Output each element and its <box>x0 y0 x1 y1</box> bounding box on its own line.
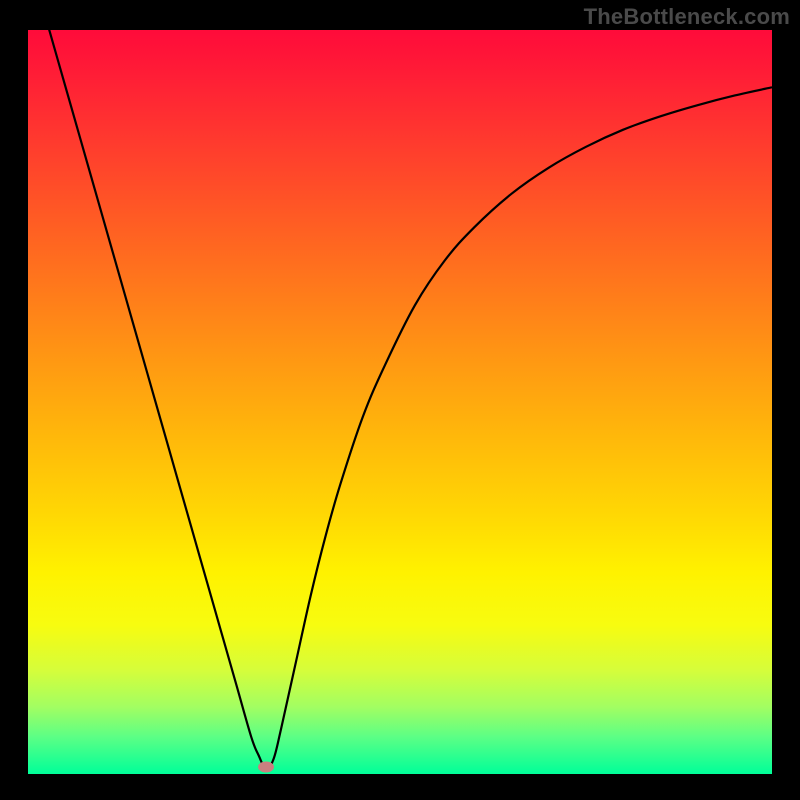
plot-area <box>28 30 772 774</box>
bottleneck-curve <box>28 30 772 774</box>
attribution-text: TheBottleneck.com <box>584 4 790 30</box>
optimum-marker <box>258 761 274 772</box>
chart-frame: TheBottleneck.com <box>0 0 800 800</box>
